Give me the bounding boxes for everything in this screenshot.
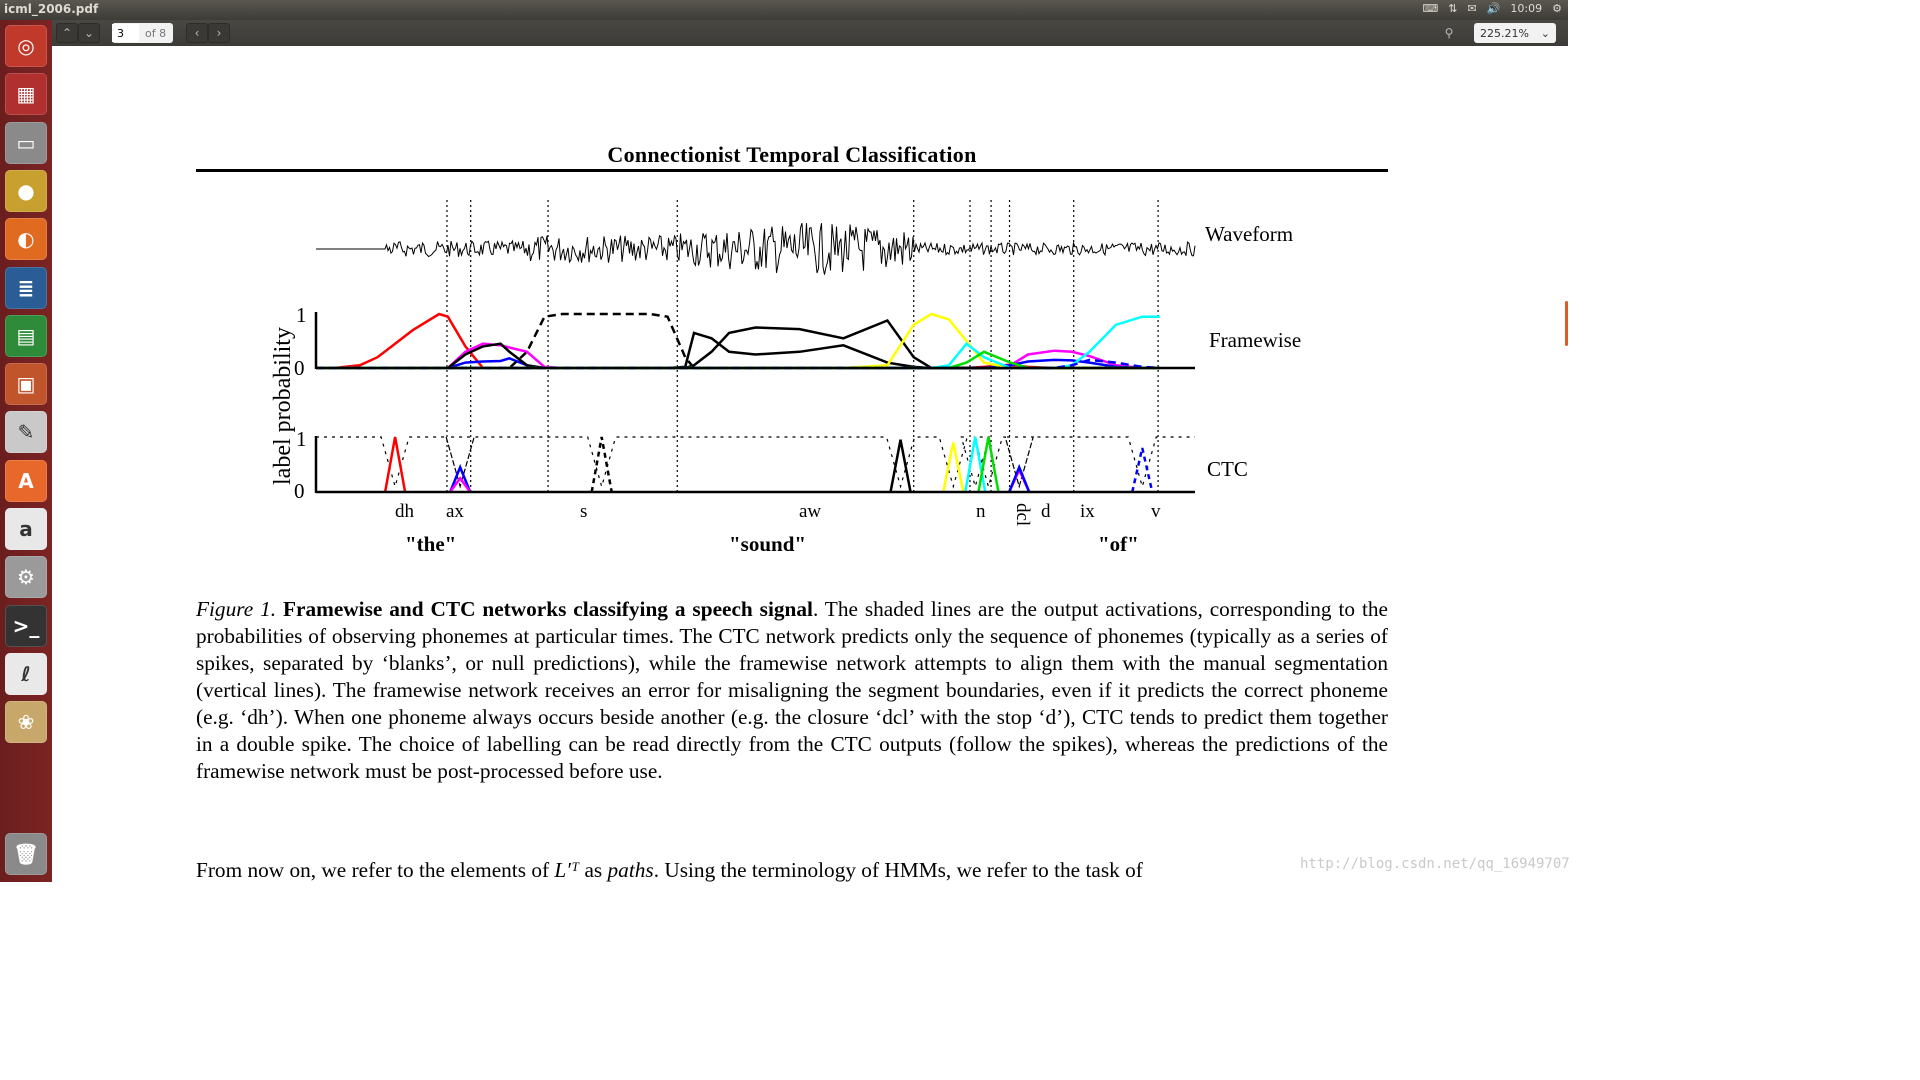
phoneme-label: ix	[1080, 501, 1095, 522]
framewise-series-line	[316, 312, 1160, 370]
ctc-spike-s	[590, 436, 613, 493]
figure-labels: Waveform Framewise CTC label probability…	[270, 222, 1301, 556]
framewise-plot	[316, 312, 1160, 370]
ytick-ctc-1: 1	[296, 427, 307, 451]
ctc-blank-line	[316, 436, 1195, 489]
phoneme-label: ax	[446, 501, 464, 522]
ctc-spike-v	[1131, 447, 1154, 493]
phoneme-label: n	[976, 501, 986, 522]
phoneme-label: dh	[395, 501, 415, 522]
row-label-waveform: Waveform	[1205, 222, 1293, 246]
phoneme-label: aw	[799, 501, 821, 522]
word-label: "the"	[405, 532, 456, 556]
ctc-spike-aw	[889, 439, 912, 493]
row-label-framewise: Framewise	[1209, 328, 1301, 352]
ytick-framewise-1: 1	[296, 303, 307, 327]
phoneme-label: v	[1151, 501, 1161, 522]
framewise-series-line	[316, 331, 1160, 370]
row-label-ctc: CTC	[1207, 457, 1248, 481]
body-text-line: From now on, we refer to the elements of…	[196, 858, 1143, 882]
ytick-framewise-0: 0	[294, 356, 305, 380]
waveform-line	[316, 222, 1196, 275]
caption-label: Figure 1.	[196, 597, 277, 621]
phoneme-label: s	[580, 501, 587, 522]
ytick-ctc-0: 0	[294, 479, 305, 503]
ctc-plot	[316, 436, 1195, 493]
waveform	[316, 222, 1196, 275]
caption-text: . The shaded lines are the output activa…	[196, 597, 1388, 783]
framewise-series-line	[316, 342, 1160, 370]
framewise-series-line	[316, 312, 1160, 370]
caption-title: Framewise and CTC networks classifying a…	[282, 597, 813, 621]
y-axis-label: label probability	[270, 327, 296, 485]
word-label: "sound"	[729, 532, 806, 556]
word-label: "of"	[1098, 532, 1139, 556]
phoneme-label: d	[1041, 501, 1051, 522]
figure-caption: Figure 1. Framewise and CTC networks cla…	[196, 596, 1388, 785]
axes	[314, 312, 1195, 494]
phoneme-label: dcl	[1012, 503, 1033, 526]
watermark: http://blog.csdn.net/qq_16949707	[1300, 856, 1570, 872]
ctc-spike-dh	[383, 436, 407, 493]
segment-boundaries	[446, 200, 1159, 495]
framewise-series-line	[316, 312, 1160, 370]
